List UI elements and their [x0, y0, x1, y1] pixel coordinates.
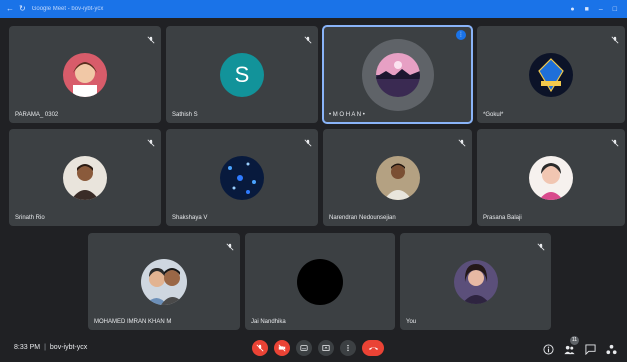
mic-off-icon [147, 31, 155, 44]
participant-name: Prasana Balaji [483, 215, 522, 221]
participant-name: PARAMA_ 0302 [15, 112, 59, 118]
info-button[interactable] [543, 342, 554, 355]
browser-nav: ← ↻ [6, 5, 26, 13]
back-icon[interactable]: ← [6, 5, 14, 13]
camera-status-icon[interactable]: ● [570, 6, 574, 13]
participant-tile[interactable]: *Gokul* [477, 26, 625, 123]
present-button[interactable] [318, 340, 334, 356]
avatar: S [220, 52, 264, 97]
participant-tile-self[interactable]: You [400, 233, 551, 330]
activities-icon [606, 344, 617, 355]
speaking-indicator-icon: ⋮ [456, 30, 466, 40]
participant-tile-speaking[interactable]: ⋮ • M O H A N • [322, 25, 473, 124]
maximize-icon[interactable]: □ [613, 6, 617, 13]
activities-button[interactable] [606, 342, 617, 355]
participant-name: You [406, 319, 417, 325]
participant-name: Shakshaya V [172, 215, 208, 221]
participant-name: • M O H A N • [329, 112, 365, 118]
participant-name: Sathish S [172, 112, 198, 118]
participant-tile[interactable]: Srinath Rio [9, 129, 161, 226]
avatar [375, 155, 420, 200]
participant-name: *Gokul* [483, 112, 504, 118]
participant-tile[interactable]: Narendran Nedounsejian [323, 129, 472, 226]
mic-off-icon [611, 31, 619, 44]
participant-name: MOHAMED IMRAN KHAN M [94, 319, 172, 325]
extension-icon[interactable]: ■ [585, 6, 589, 13]
participant-tile[interactable]: Jai Nandhika [245, 233, 395, 330]
participant-tile[interactable]: Shakshaya V [166, 129, 318, 226]
meeting-details: 8:33 PM | bov-iybt-ycx [14, 344, 87, 351]
mic-off-icon [458, 134, 466, 147]
people-count-badge: 11 [570, 336, 579, 345]
avatar [529, 52, 573, 97]
avatar [529, 155, 573, 200]
separator: | [44, 344, 46, 351]
participant-tile[interactable]: PARAMA_ 0302 [9, 26, 161, 123]
more-vert-icon [347, 344, 349, 352]
reload-icon[interactable]: ↻ [19, 5, 26, 13]
participant-tile[interactable]: S Sathish S [166, 26, 318, 123]
mic-off-icon [304, 134, 312, 147]
call-end-icon [368, 347, 378, 350]
participant-tile[interactable]: Prasana Balaji [477, 129, 625, 226]
leave-call-button[interactable] [362, 340, 384, 356]
mic-toggle-button[interactable] [252, 340, 268, 356]
avatar [375, 52, 420, 97]
meeting-bottom-bar: 8:33 PM | bov-iybt-ycx 11 [0, 334, 627, 362]
browser-url[interactable]: Google Meet - bov-iybt-ycx [32, 6, 104, 12]
present-icon [322, 345, 330, 351]
avatar [453, 259, 498, 304]
participant-name: Narendran Nedounsejian [329, 215, 396, 221]
meeting-controls [252, 340, 384, 356]
captions-icon [300, 345, 308, 351]
meeting-code[interactable]: bov-iybt-ycx [50, 344, 87, 351]
chat-button[interactable] [585, 342, 596, 356]
participant-name: Jai Nandhika [251, 319, 286, 325]
browser-right-icons: ● ■ – □ [570, 6, 617, 13]
minimize-icon[interactable]: – [599, 6, 603, 13]
mic-off-icon [304, 31, 312, 44]
mic-off-icon [147, 134, 155, 147]
info-icon [543, 344, 554, 355]
mic-off-icon [226, 238, 234, 251]
captions-button[interactable] [296, 340, 312, 356]
people-button[interactable]: 11 [564, 336, 579, 355]
mic-off-icon [611, 134, 619, 147]
camera-off-icon [278, 344, 286, 352]
meeting-time: 8:33 PM [14, 344, 41, 351]
mic-off-icon [537, 238, 545, 251]
avatar [141, 258, 187, 305]
browser-top-bar: ← ↻ Google Meet - bov-iybt-ycx ● ■ – □ [0, 0, 627, 18]
avatar [297, 258, 343, 305]
people-icon [564, 345, 575, 355]
meeting-side-controls: 11 [543, 336, 617, 356]
avatar [63, 155, 107, 200]
avatar [63, 52, 107, 97]
camera-toggle-button[interactable] [274, 340, 290, 356]
avatar [220, 155, 264, 200]
participant-name: Srinath Rio [15, 215, 45, 221]
mic-off-icon [256, 344, 264, 352]
participant-tile[interactable]: MOHAMED IMRAN KHAN M [88, 233, 240, 330]
more-options-button[interactable] [340, 340, 356, 356]
chat-icon [585, 344, 596, 356]
